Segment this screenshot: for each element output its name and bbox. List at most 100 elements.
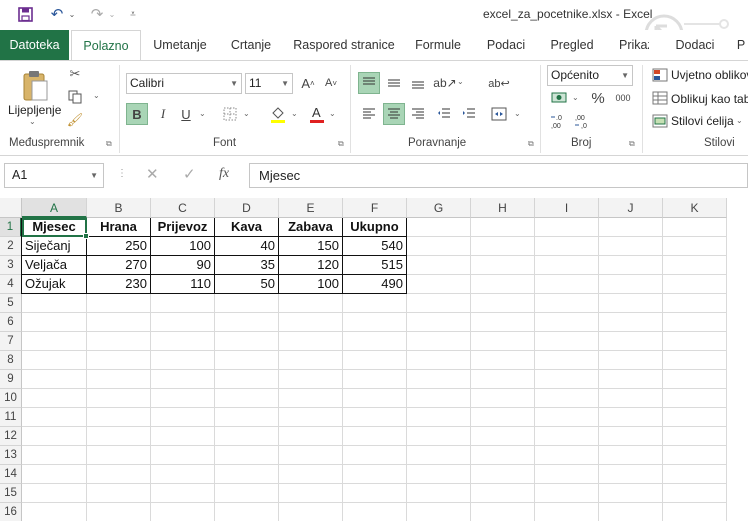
cell-e10[interactable] [279, 389, 343, 408]
cell-d11[interactable] [215, 408, 279, 427]
row-header-12[interactable]: 12 [0, 427, 22, 446]
font-color-icon[interactable]: A [308, 103, 326, 125]
wrap-text-icon[interactable]: ab↩ [488, 72, 510, 94]
cell-b1[interactable]: Hrana [87, 218, 151, 237]
align-bottom-icon[interactable] [407, 72, 429, 94]
cell-i7[interactable] [535, 332, 599, 351]
cell-h15[interactable] [471, 484, 535, 503]
cell-b12[interactable] [87, 427, 151, 446]
cell-i1[interactable] [535, 218, 599, 237]
cell-i4[interactable] [535, 275, 599, 294]
accounting-dropdown-icon[interactable]: ⌄ [572, 93, 579, 102]
row-header-6[interactable]: 6 [0, 313, 22, 332]
fill-color-icon[interactable] [268, 104, 288, 124]
cell-h10[interactable] [471, 389, 535, 408]
paste-icon[interactable] [18, 67, 52, 105]
cell-b11[interactable] [87, 408, 151, 427]
cell-d3[interactable]: 35 [215, 256, 279, 275]
column-header-e[interactable]: E [279, 198, 343, 218]
cell-f7[interactable] [343, 332, 407, 351]
cell-g6[interactable] [407, 313, 471, 332]
redo-dropdown-icon[interactable]: ⌄ [107, 4, 117, 24]
cell-c4[interactable]: 110 [151, 275, 215, 294]
cell-f8[interactable] [343, 351, 407, 370]
cell-e14[interactable] [279, 465, 343, 484]
row-header-14[interactable]: 14 [0, 465, 22, 484]
cell-i14[interactable] [535, 465, 599, 484]
cell-i8[interactable] [535, 351, 599, 370]
tab-review[interactable]: Pregled [541, 30, 603, 60]
cell-g11[interactable] [407, 408, 471, 427]
cell-a5[interactable] [22, 294, 87, 313]
column-header-h[interactable]: H [471, 198, 535, 218]
cell-k6[interactable] [663, 313, 727, 332]
select-all-corner[interactable] [0, 198, 22, 218]
cell-h4[interactable] [471, 275, 535, 294]
cell-a11[interactable] [22, 408, 87, 427]
cut-icon[interactable]: ✂ [66, 65, 84, 83]
cell-k2[interactable] [663, 237, 727, 256]
cell-f10[interactable] [343, 389, 407, 408]
cell-i6[interactable] [535, 313, 599, 332]
cell-c7[interactable] [151, 332, 215, 351]
cell-c16[interactable] [151, 503, 215, 521]
row-header-10[interactable]: 10 [0, 389, 22, 408]
row-header-8[interactable]: 8 [0, 351, 22, 370]
cell-f12[interactable] [343, 427, 407, 446]
cell-h3[interactable] [471, 256, 535, 275]
cell-a2[interactable]: Siječanj [22, 237, 87, 256]
cell-j8[interactable] [599, 351, 663, 370]
cell-g15[interactable] [407, 484, 471, 503]
cell-j2[interactable] [599, 237, 663, 256]
cell-c8[interactable] [151, 351, 215, 370]
cell-g1[interactable] [407, 218, 471, 237]
cell-f4[interactable]: 490 [343, 275, 407, 294]
cell-a13[interactable] [22, 446, 87, 465]
underline-button[interactable]: U [176, 103, 196, 125]
cell-a1[interactable]: Mjesec [22, 218, 87, 237]
cell-f1[interactable]: Ukupno [343, 218, 407, 237]
cell-e13[interactable] [279, 446, 343, 465]
borders-dropdown-icon[interactable]: ⌄ [243, 109, 250, 118]
cell-e3[interactable]: 120 [279, 256, 343, 275]
align-middle-icon[interactable] [383, 72, 405, 94]
decrease-decimal-icon[interactable]: ,00,0 [573, 111, 593, 131]
column-header-f[interactable]: F [343, 198, 407, 218]
row-header-4[interactable]: 4 [0, 275, 22, 294]
font-launcher-icon[interactable]: ⧉ [338, 139, 344, 149]
cell-d5[interactable] [215, 294, 279, 313]
cell-b13[interactable] [87, 446, 151, 465]
cell-a4[interactable]: Ožujak [22, 275, 87, 294]
cell-g3[interactable] [407, 256, 471, 275]
cell-c6[interactable] [151, 313, 215, 332]
cell-e15[interactable] [279, 484, 343, 503]
cell-c10[interactable] [151, 389, 215, 408]
cell-j14[interactable] [599, 465, 663, 484]
cell-b3[interactable]: 270 [87, 256, 151, 275]
cell-c2[interactable]: 100 [151, 237, 215, 256]
cell-g5[interactable] [407, 294, 471, 313]
cell-h8[interactable] [471, 351, 535, 370]
copy-dropdown-icon[interactable]: ⌄ [93, 91, 100, 100]
column-header-i[interactable]: I [535, 198, 599, 218]
cell-e12[interactable] [279, 427, 343, 446]
cell-a10[interactable] [22, 389, 87, 408]
cell-i11[interactable] [535, 408, 599, 427]
cell-d2[interactable]: 40 [215, 237, 279, 256]
cell-i2[interactable] [535, 237, 599, 256]
cell-styles-icon[interactable] [651, 112, 669, 130]
accounting-format-icon[interactable] [549, 89, 569, 107]
tab-view[interactable]: Prikaz [607, 30, 649, 60]
cell-g2[interactable] [407, 237, 471, 256]
cell-e11[interactable] [279, 408, 343, 427]
align-right-icon[interactable] [407, 103, 429, 125]
merge-dropdown-icon[interactable]: ⌄ [514, 109, 521, 118]
cell-h9[interactable] [471, 370, 535, 389]
cell-h13[interactable] [471, 446, 535, 465]
column-header-a[interactable]: A [22, 198, 87, 218]
cell-c13[interactable] [151, 446, 215, 465]
cell-i12[interactable] [535, 427, 599, 446]
tab-addins[interactable]: Dodaci [667, 30, 723, 60]
tab-page-layout[interactable]: Raspored stranice [287, 30, 401, 60]
cell-d8[interactable] [215, 351, 279, 370]
